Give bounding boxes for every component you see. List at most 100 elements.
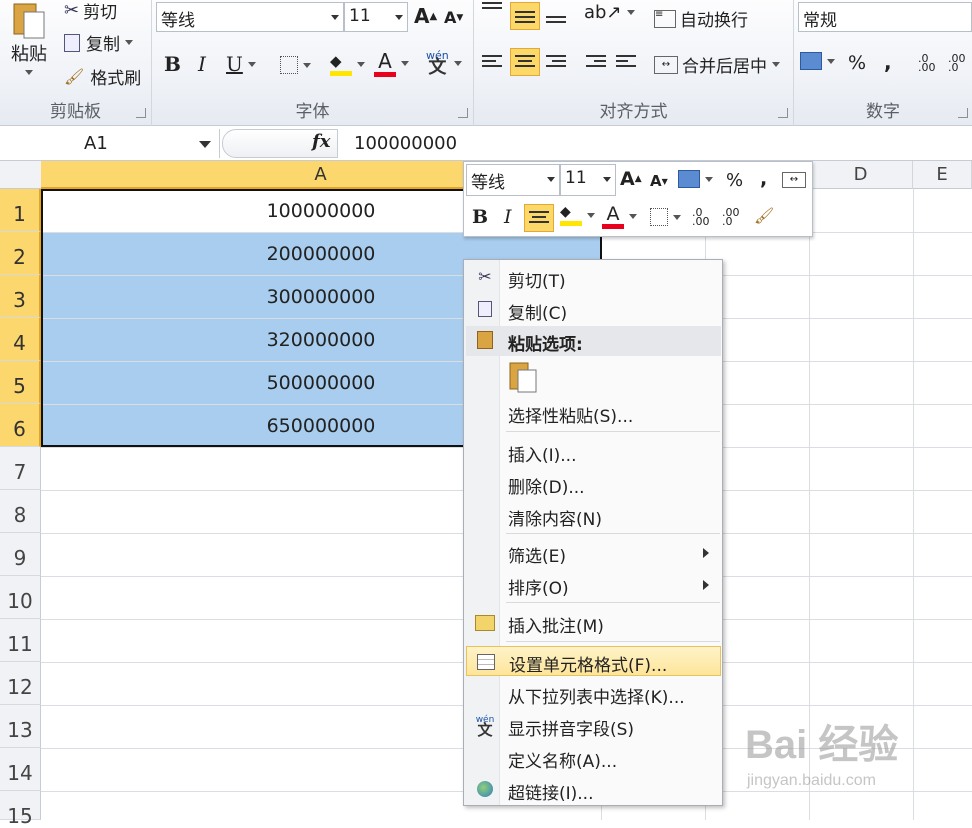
mini-size-combo[interactable]: 11 [560, 164, 616, 196]
row-header[interactable]: 5 [0, 361, 41, 404]
number-launcher-icon[interactable] [958, 108, 968, 118]
percent-button[interactable]: % [848, 52, 866, 74]
mini-currency-button[interactable] [678, 170, 713, 188]
formula-input[interactable]: 100000000 [354, 133, 457, 154]
cut-button[interactable]: ✂ 剪切 [64, 0, 117, 23]
increase-decimal-button[interactable]: .0.00 [918, 53, 936, 73]
clipboard-launcher-icon[interactable] [136, 108, 146, 118]
row-header[interactable]: 13 [0, 705, 41, 748]
paste-option-button[interactable] [508, 360, 538, 394]
format-painter-button[interactable]: 🖌 格式刷 [64, 64, 141, 89]
row-header[interactable]: 11 [0, 619, 41, 662]
mini-format-painter-button[interactable]: 🖌 [754, 206, 774, 225]
row-header[interactable]: 14 [0, 748, 41, 791]
menu-item-clear-contents[interactable]: 清除内容(N) [466, 501, 721, 531]
fill-color-button[interactable]: ◆ [330, 52, 365, 76]
menu-item-pick-from-list[interactable]: 从下拉列表中选择(K)... [466, 679, 721, 709]
font-name-combo[interactable]: 等线 [156, 2, 344, 32]
name-box[interactable]: A1 [0, 129, 220, 158]
mini-merge-button[interactable]: ↔ [782, 172, 806, 188]
row-header[interactable]: 4 [0, 318, 41, 361]
font-size-combo[interactable]: 11 [344, 2, 408, 32]
menu-item-cut[interactable]: ✂ 剪切(T) [466, 263, 721, 293]
mini-border-button[interactable] [650, 208, 681, 226]
paste-button[interactable]: 粘贴 [6, 0, 52, 75]
mini-grow-font-button[interactable]: A ▲ [620, 168, 642, 190]
align-middle-button[interactable] [510, 2, 540, 30]
align-center-button[interactable] [510, 48, 540, 76]
menu-item-sort[interactable]: 排序(O) [466, 570, 721, 600]
menu-item-copy[interactable]: 复制(C) [466, 295, 721, 325]
row-header[interactable]: 15 [0, 791, 41, 828]
column-header-e[interactable]: E [913, 161, 972, 189]
comma-button[interactable]: , [884, 50, 892, 74]
mini-italic-button[interactable]: I [504, 206, 512, 228]
mini-fill-color-button[interactable]: ◆ [560, 204, 595, 226]
mini-font-combo[interactable]: 等线 [466, 164, 560, 196]
mini-percent-button[interactable]: % [726, 170, 743, 191]
align-top-button[interactable] [482, 2, 502, 18]
row-header[interactable]: 9 [0, 533, 41, 576]
menu-header-paste-options: 粘贴选项: [466, 326, 721, 356]
increase-indent-button[interactable] [616, 54, 636, 70]
mini-font-color-button[interactable]: A [602, 204, 637, 229]
grow-font-button[interactable]: A ▲ [414, 4, 437, 28]
menu-item-format-cells[interactable]: 设置单元格格式(F)... [466, 646, 721, 676]
insert-function-button[interactable]: fx [312, 131, 330, 152]
font-size-value: 11 [349, 6, 371, 26]
align-right-button[interactable] [546, 54, 566, 70]
mini-comma-button[interactable]: , [760, 168, 767, 190]
menu-item-insert-comment[interactable]: 插入批注(M) [466, 608, 721, 638]
mini-shrink-font-button[interactable]: A ▼ [650, 172, 668, 190]
align-bottom-button[interactable] [546, 8, 566, 24]
row-header[interactable]: 3 [0, 275, 41, 318]
phonetic-icon: wén 文 [426, 49, 449, 78]
border-button[interactable] [280, 56, 311, 74]
copy-label: 复制 [86, 35, 120, 55]
fill-bucket-icon: ◆ [560, 204, 582, 226]
mini-decrease-decimal-button[interactable]: .00.0 [722, 207, 740, 227]
decrease-indent-button[interactable] [586, 54, 606, 70]
font-launcher-icon[interactable] [458, 108, 468, 118]
menu-item-hyperlink[interactable]: 超链接(I)... [466, 775, 721, 805]
cut-label: 剪切 [83, 3, 118, 23]
mini-align-center-button[interactable] [524, 204, 554, 232]
menu-item-show-phonetic[interactable]: wén 文 显示拼音字段(S) [466, 711, 721, 741]
row-header[interactable]: 6 [0, 404, 41, 447]
align-left-button[interactable] [482, 54, 502, 70]
mini-increase-decimal-button[interactable]: .0.00 [692, 207, 710, 227]
shrink-font-button[interactable]: A ▼ [444, 8, 463, 27]
menu-item-define-name[interactable]: 定义名称(A)... [466, 743, 721, 773]
underline-button[interactable]: U [226, 52, 256, 76]
brush-icon: 🖌 [754, 206, 775, 225]
row-header[interactable]: 8 [0, 490, 41, 533]
row-header[interactable]: 1 [0, 189, 41, 232]
currency-button[interactable] [800, 52, 835, 70]
alignment-launcher-icon[interactable] [778, 108, 788, 118]
decrease-decimal-button[interactable]: .00.0 [948, 53, 966, 73]
menu-item-filter[interactable]: 筛选(E) [466, 538, 721, 568]
wrap-text-button[interactable]: ≡ 自动换行 [654, 6, 748, 31]
menu-item-insert[interactable]: 插入(I)... [466, 437, 721, 467]
row-header[interactable]: 12 [0, 662, 41, 705]
row-header[interactable]: 2 [0, 232, 41, 275]
mini-bold-button[interactable]: B [472, 206, 488, 228]
menu-item-paste-special[interactable]: 选择性粘贴(S)... [466, 398, 721, 428]
column-header-d[interactable]: D [809, 161, 913, 189]
row-header[interactable]: 10 [0, 576, 41, 619]
menu-item-delete[interactable]: 删除(D)... [466, 469, 721, 499]
number-group-label: 数字 [866, 102, 900, 122]
phonetic-guide-button[interactable]: wén 文 [426, 49, 462, 78]
font-group: 等线 11 A ▲ A ▼ B I U ◆ A wén 文 字体 [152, 0, 474, 126]
menu-separator [506, 602, 720, 603]
copy-button[interactable]: 复制 [64, 30, 133, 55]
brush-icon: 🖌 [64, 67, 85, 86]
row-header[interactable]: 7 [0, 447, 41, 490]
chevron-down-icon [603, 177, 611, 182]
merge-center-button[interactable]: ↔ 合并后居中 [654, 52, 780, 77]
italic-button[interactable]: I [198, 52, 206, 76]
font-color-button[interactable]: A [374, 50, 409, 77]
number-format-combo[interactable]: 常规 [798, 2, 972, 32]
bold-button[interactable]: B [164, 52, 181, 76]
orientation-button[interactable]: ab↗ [584, 2, 635, 23]
